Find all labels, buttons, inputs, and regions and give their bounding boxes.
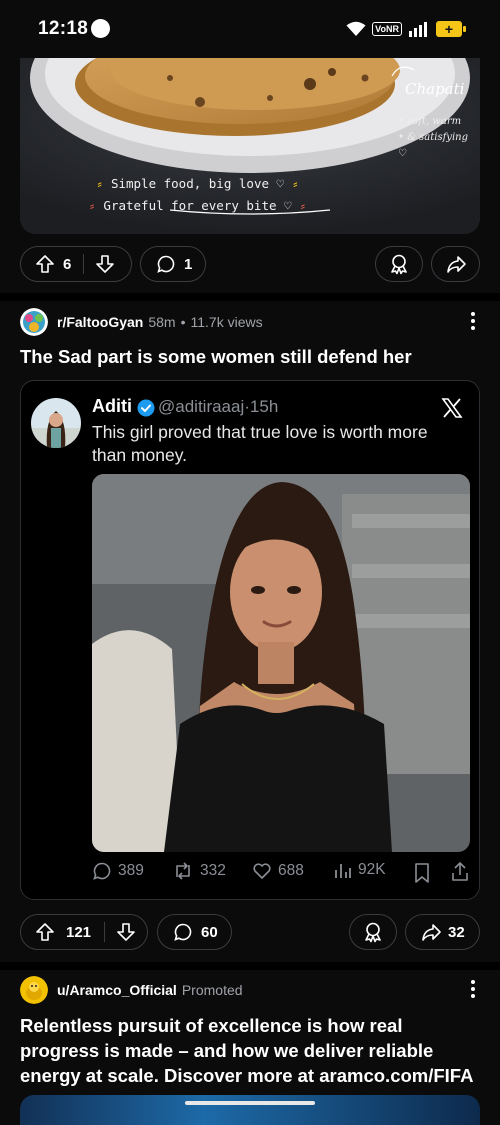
post-divider — [0, 293, 500, 301]
tweet-share-icon[interactable] — [450, 861, 470, 883]
tweet-stats: 389 332 688 92K — [92, 861, 472, 885]
vote-count: 6 — [63, 255, 72, 273]
share-icon — [445, 253, 467, 275]
previous-post-image[interactable]: Chapati • soft, warm • & satisfying ♡ ⸗ … — [20, 58, 480, 234]
promo-post-header: u/Aramco_Official Promoted — [20, 975, 480, 1005]
tweet-author-avatar — [31, 398, 81, 448]
reply-icon — [93, 862, 111, 880]
previous-post-actions: 6 1 — [20, 246, 480, 284]
tweet-handle-and-time: @aditiraaaj·15h — [158, 397, 279, 416]
tweet-views[interactable]: 92K — [334, 861, 386, 879]
views-chart-icon — [335, 864, 351, 878]
promo-username[interactable]: u/Aramco_Official — [57, 982, 177, 998]
more-options-icon[interactable] — [470, 311, 476, 331]
award-button[interactable] — [375, 246, 423, 282]
tweet-replies[interactable]: 389 — [92, 861, 144, 881]
tweet-likes[interactable]: 688 — [252, 861, 304, 881]
post-header: r/FaltooGyan 58m • 11.7k views — [20, 307, 480, 337]
vote-control: 121 — [20, 914, 148, 950]
tweet-author-name: Aditi — [92, 396, 132, 416]
promo-user-avatar[interactable] — [20, 976, 48, 1004]
comment-icon — [155, 253, 177, 275]
subreddit-avatar[interactable] — [20, 308, 48, 336]
wifi-icon — [346, 21, 366, 36]
share-button[interactable] — [431, 246, 480, 282]
comment-count: 60 — [201, 923, 218, 941]
meta-separator: • — [180, 314, 186, 330]
upvote-icon[interactable] — [34, 253, 56, 275]
award-icon — [388, 253, 410, 275]
sparkle-icon: ⸗ — [88, 198, 104, 213]
embedded-tweet[interactable]: Aditi @aditiraaaj·15h This girl proved t… — [20, 380, 480, 900]
more-options-icon[interactable] — [470, 979, 476, 999]
retweet-icon — [176, 862, 190, 880]
comments-button[interactable]: 60 — [157, 914, 232, 950]
signal-icon — [409, 22, 427, 37]
image-caption: ⸗ Simple food, big love ♡ ⸗ ⸗ Grateful f… — [88, 176, 307, 213]
post-divider — [0, 962, 500, 970]
verified-badge-icon — [137, 399, 155, 417]
bookmark-icon[interactable] — [414, 863, 430, 883]
system-icons: VoNR + — [346, 18, 466, 40]
vote-count: 121 — [66, 923, 92, 941]
status-bar: 12:18 VoNR + — [0, 0, 500, 58]
heart-icon — [253, 863, 271, 879]
share-button[interactable]: 32 — [405, 914, 480, 950]
promoted-label: Promoted — [181, 982, 243, 998]
share-count: 32 — [448, 923, 465, 941]
sparkle-icon: ⸗ — [95, 176, 111, 191]
image-sublabel: • soft, warm • & satisfying ♡ — [398, 116, 468, 159]
award-button[interactable] — [349, 914, 397, 950]
award-icon — [362, 921, 384, 943]
x-logo-icon — [441, 398, 463, 418]
sparkle-icon: ⸗ — [291, 198, 307, 213]
tweet-text: This girl proved that true love is worth… — [92, 422, 428, 465]
notification-dot-icon — [91, 19, 110, 38]
post-age: 58m — [148, 314, 176, 330]
post-title[interactable]: The Sad part is some women still defend … — [20, 344, 480, 369]
downvote-icon[interactable] — [115, 921, 137, 943]
vote-control: 6 — [20, 246, 132, 282]
vote-divider — [83, 254, 85, 274]
subreddit-name[interactable]: r/FaltooGyan — [57, 314, 143, 330]
vonr-badge: VoNR — [372, 22, 402, 36]
share-icon — [420, 921, 442, 943]
clock: 12:18 — [38, 18, 89, 39]
tweet-retweets[interactable]: 332 — [172, 861, 226, 881]
upvote-icon[interactable] — [34, 921, 56, 943]
home-indicator[interactable] — [185, 1101, 315, 1105]
promo-title[interactable]: Relentless pursuit of excellence is how … — [20, 1013, 480, 1088]
downvote-icon[interactable] — [94, 253, 116, 275]
sparkle-icon: ⸗ — [284, 176, 300, 191]
tweet-photo[interactable] — [92, 474, 470, 852]
post-views: 11.7k views — [190, 314, 263, 330]
post-actions: 121 60 32 — [20, 914, 480, 952]
comment-icon — [172, 921, 194, 943]
promo-image[interactable] — [20, 1095, 480, 1125]
image-label: Chapati — [405, 80, 465, 98]
comment-count: 1 — [184, 255, 193, 273]
battery-charging-icon: + — [436, 21, 466, 37]
comments-button[interactable]: 1 — [140, 246, 206, 282]
vote-divider — [104, 922, 106, 942]
